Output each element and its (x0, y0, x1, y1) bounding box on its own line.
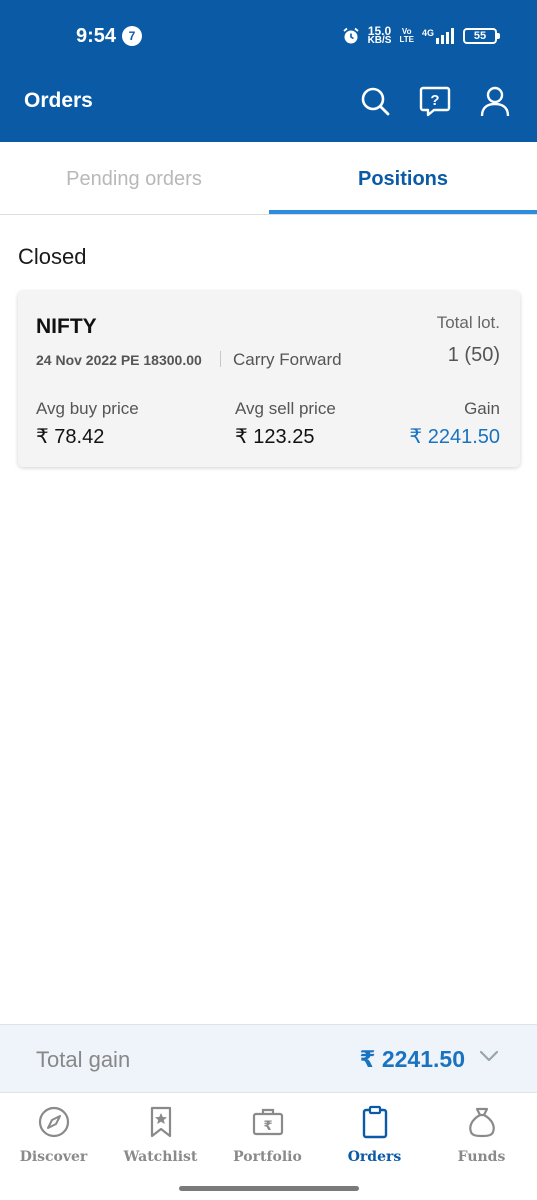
clipboard-icon (362, 1105, 388, 1139)
active-tab-indicator (269, 210, 537, 214)
nav-item-funds[interactable]: Funds (428, 1093, 535, 1183)
tab-positions[interactable]: Positions (269, 142, 537, 215)
home-indicator[interactable] (179, 1186, 359, 1191)
position-symbol: NIFTY (36, 315, 97, 338)
nav-label-funds: Funds (457, 1149, 506, 1165)
avg-sell-price-value: ₹ 123.25 (235, 426, 315, 448)
money-bag-icon (469, 1107, 495, 1138)
total-gain-label: Total gain (36, 1047, 131, 1072)
contract-divider (220, 351, 221, 367)
position-contract: 24 Nov 2022 PE 18300.00 (36, 352, 202, 368)
briefcase-rupee-icon: ₹ (252, 1108, 284, 1136)
nav-label-portfolio: Portfolio (233, 1149, 302, 1165)
notification-badge: 7 (122, 26, 142, 46)
total-lot-label: Total lot. (436, 313, 500, 332)
nav-label-discover: Discover (19, 1149, 88, 1165)
volte-indicator: Vo LTE (399, 28, 414, 44)
signal-icon: 4G (422, 28, 455, 44)
status-time: 9:54 (76, 25, 117, 47)
network-speed: 15.0 KB/S (367, 25, 392, 46)
status-indicators: 15.0 KB/S Vo LTE 4G 55 (342, 24, 500, 48)
signal-bars-icon (436, 28, 454, 44)
bookmark-star-icon (150, 1106, 172, 1138)
volte-bottom: LTE (399, 35, 414, 44)
gain-value: ₹ 2241.50 (409, 426, 500, 448)
status-bar: 9:54 7 15.0 KB/S Vo LTE 4G 55 (0, 0, 537, 72)
avg-buy-price-value: ₹ 78.42 (36, 426, 105, 448)
page-title: Orders (24, 89, 93, 112)
total-gain-bar[interactable]: Total gain ₹ 2241.50 (0, 1024, 537, 1092)
app-bar: Orders ? (0, 72, 537, 142)
total-lot-value: 1 (50) (447, 344, 500, 366)
nav-item-portfolio[interactable]: ₹ Portfolio (214, 1093, 321, 1183)
nav-item-discover[interactable]: Discover (0, 1093, 107, 1183)
avg-buy-price-label: Avg buy price (36, 399, 139, 418)
svg-text:?: ? (430, 92, 439, 109)
nav-label-watchlist: Watchlist (123, 1149, 198, 1165)
profile-icon[interactable] (478, 84, 512, 118)
total-gain-value: ₹ 2241.50 (359, 1046, 465, 1072)
gain-label: Gain (464, 399, 500, 418)
compass-icon (38, 1106, 70, 1138)
avg-sell-price-label: Avg sell price (235, 399, 336, 418)
chevron-down-icon[interactable] (479, 1049, 499, 1063)
tab-pending-orders[interactable]: Pending orders (0, 142, 268, 215)
search-icon[interactable] (358, 84, 392, 118)
alarm-icon (342, 27, 359, 44)
network-speed-unit: KB/S (367, 35, 392, 46)
position-product-type: Carry Forward (233, 350, 342, 369)
bottom-navigation: Discover Watchlist ₹ Portfolio Orders Fu… (0, 1092, 537, 1200)
nav-item-orders[interactable]: Orders (321, 1093, 428, 1183)
position-card[interactable]: NIFTY 24 Nov 2022 PE 18300.00 Carry Forw… (18, 291, 520, 467)
battery-icon: 55 (463, 28, 500, 44)
order-tabs: Pending orders Positions (0, 142, 537, 215)
help-icon[interactable]: ? (418, 84, 452, 118)
network-type: 4G (421, 28, 434, 38)
svg-text:₹: ₹ (263, 1119, 272, 1134)
nav-item-watchlist[interactable]: Watchlist (107, 1093, 214, 1183)
nav-label-orders: Orders (347, 1149, 402, 1165)
section-title-closed: Closed (18, 244, 87, 269)
